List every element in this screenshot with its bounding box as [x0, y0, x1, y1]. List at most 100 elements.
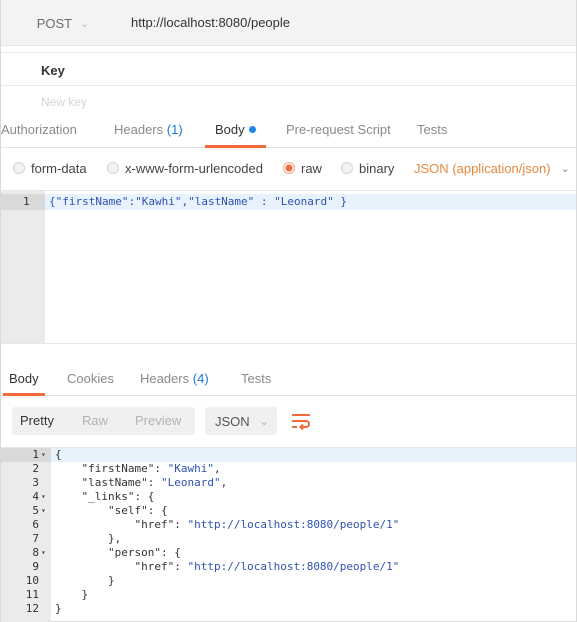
params-key-header: Key: [41, 63, 65, 78]
view-pretty-button[interactable]: Pretty: [20, 407, 54, 435]
view-mode-group: Pretty Raw Preview: [12, 407, 195, 435]
modified-dot-icon: [248, 126, 256, 134]
tab-cookies[interactable]: Cookies: [67, 362, 114, 396]
code-text: }: [55, 574, 115, 587]
new-key-input[interactable]: New key: [41, 95, 87, 109]
tab-headers[interactable]: Headers (1): [114, 114, 183, 148]
response-toolbar: Pretty Raw Preview JSON ⌄: [1, 397, 576, 447]
tab-label: Body: [9, 371, 39, 386]
chevron-down-icon: ⌄: [259, 415, 269, 428]
radio-label: form-data: [31, 160, 87, 176]
method-label: POST: [36, 15, 73, 31]
tab-label: Body: [215, 122, 245, 137]
tab-response-tests[interactable]: Tests: [241, 362, 271, 396]
chevron-down-icon: ⌄: [560, 162, 570, 175]
tab-body[interactable]: Body: [205, 114, 266, 148]
code-line: 3 "lastName": "Leonard",: [1, 476, 576, 490]
code-line: 4 ▾ "_links": {: [1, 490, 576, 504]
radio-label: binary: [359, 160, 395, 176]
code-text: },: [55, 532, 122, 545]
code-line: 7 },: [1, 532, 576, 546]
wrap-lines-icon[interactable]: [289, 409, 313, 433]
tab-label: Headers: [140, 371, 190, 386]
method-select[interactable]: POST ⌄: [21, 0, 105, 46]
radio-label: raw: [301, 160, 322, 176]
radio-circle: [107, 162, 119, 174]
line-number: 11: [25, 588, 39, 601]
fold-arrow-icon[interactable]: ▾: [41, 448, 46, 462]
radio-circle-checked: [283, 162, 295, 174]
line-number: 3: [32, 476, 39, 489]
headers-count: (4): [192, 371, 209, 386]
tab-tests[interactable]: Tests: [417, 114, 447, 148]
code-line: 9 "href": "http://localhost:8080/people/…: [1, 560, 576, 574]
radio-binary[interactable]: binary: [341, 150, 394, 186]
code-line: 1 ▾ {: [1, 448, 576, 462]
response-tabs: Body Cookies Headers (4) Tests: [1, 362, 576, 396]
code-text: }: [55, 602, 62, 615]
line-number: 1: [23, 195, 30, 208]
code-line: 10 }: [1, 574, 576, 588]
line-number: 9: [32, 560, 39, 573]
tab-authorization[interactable]: Authorization: [1, 114, 77, 148]
code-text: "_links": {: [81, 490, 155, 503]
code-text: "lastName": "Leonard",: [81, 476, 228, 489]
code-text: "person": {: [107, 546, 181, 559]
radio-circle: [13, 162, 25, 174]
line-number: 12: [25, 602, 39, 615]
code-line: 12}: [1, 602, 576, 616]
fold-arrow-icon[interactable]: ▾: [41, 504, 46, 518]
line-number: 10: [25, 574, 39, 587]
tab-label: Headers: [114, 122, 164, 137]
radio-label: x-www-form-urlencoded: [125, 160, 263, 176]
line-gutter: [1, 191, 45, 343]
tab-label: Authorization: [1, 122, 77, 137]
params-divider: [1, 85, 576, 86]
radio-raw[interactable]: raw: [283, 150, 322, 186]
code-text: "href": "http://localhost:8080/people/1": [134, 518, 400, 531]
tab-label: Tests: [241, 371, 272, 386]
body-type-options: form-data x-www-form-urlencoded raw bina…: [1, 150, 576, 186]
code-text: "self": {: [107, 504, 168, 517]
params-table: Key New key: [1, 52, 576, 114]
code-line: 11 }: [1, 588, 576, 602]
code-text: {: [55, 448, 62, 461]
response-body-editor[interactable]: 1 ▾{2 "firstName": "Kawhi", 3 "lastName": …: [1, 447, 576, 622]
code-line: 8 ▾ "person": {: [1, 546, 576, 560]
fold-arrow-icon[interactable]: ▾: [41, 546, 46, 560]
content-type-select[interactable]: JSON (application/json) ⌄: [414, 150, 570, 186]
line-number: 2: [32, 462, 39, 475]
request-body-code[interactable]: {"firstName":"Kawhi","lastName" : "Leona…: [49, 195, 347, 208]
code-text: "href": "http://localhost:8080/people/1": [134, 560, 400, 573]
view-preview-button[interactable]: Preview: [135, 407, 181, 435]
url-input[interactable]: http://localhost:8080/people: [131, 0, 290, 46]
tab-label: Tests: [417, 122, 448, 137]
radio-circle: [341, 162, 353, 174]
line-number: 5: [32, 504, 39, 517]
tab-label: Pre-request Script: [286, 122, 391, 137]
chevron-down-icon: ⌄: [80, 17, 90, 30]
line-number: 1: [32, 448, 39, 461]
fold-arrow-icon[interactable]: ▾: [41, 490, 46, 504]
view-raw-button[interactable]: Raw: [82, 407, 108, 435]
radio-x-www-form-urlencoded[interactable]: x-www-form-urlencoded: [107, 150, 263, 186]
line-number: 8: [32, 546, 39, 559]
request-url-bar: POST ⌄ http://localhost:8080/people: [1, 0, 576, 46]
tab-response-body[interactable]: Body: [3, 362, 45, 396]
headers-count: (1): [166, 122, 183, 137]
code-line: 2 "firstName": "Kawhi",: [1, 462, 576, 476]
code-text: "firstName": "Kawhi",: [81, 462, 221, 475]
format-select[interactable]: JSON ⌄: [205, 407, 277, 435]
format-label: JSON: [215, 413, 250, 429]
code-text: }: [55, 588, 89, 601]
radio-form-data[interactable]: form-data: [13, 150, 87, 186]
content-type-label: JSON (application/json): [414, 160, 551, 176]
tab-label: Cookies: [67, 371, 114, 386]
request-body-editor[interactable]: 1 {"firstName":"Kawhi","lastName" : "Leo…: [1, 190, 576, 344]
line-number: 4: [32, 490, 39, 503]
tab-response-headers[interactable]: Headers (4): [140, 362, 209, 396]
tab-pre-request-script[interactable]: Pre-request Script: [286, 114, 391, 148]
code-line: 5 ▾ "self": {: [1, 504, 576, 518]
line-number: 6: [32, 518, 39, 531]
request-tabs: Authorization Headers (1) Body Pre-reque…: [1, 114, 576, 148]
